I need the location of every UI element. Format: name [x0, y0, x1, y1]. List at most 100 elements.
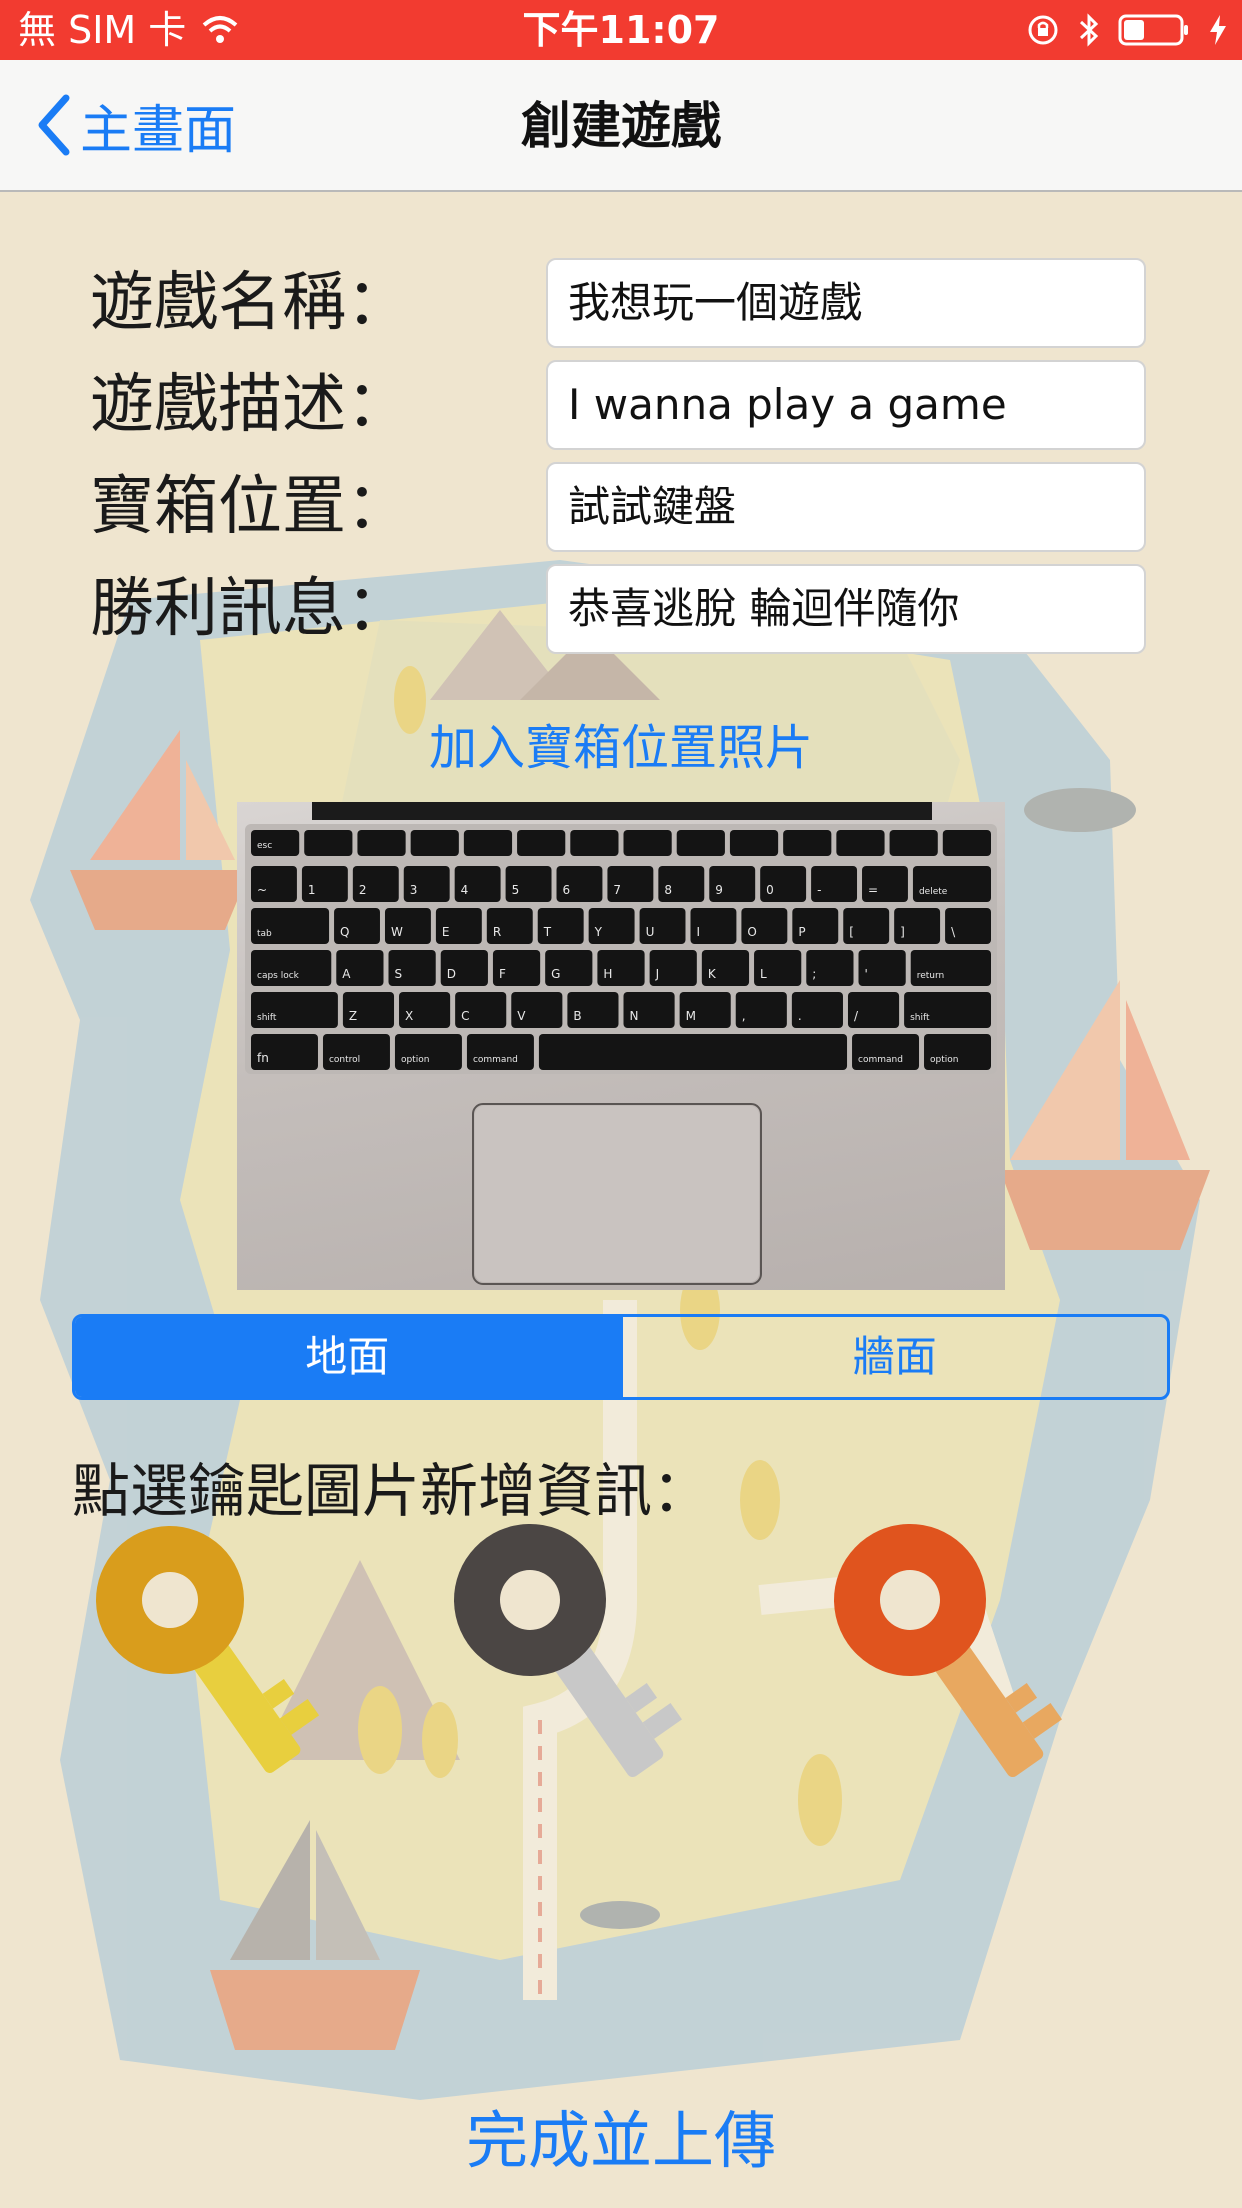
game-description-label: 遊戲描述： — [90, 368, 410, 442]
segment-ground[interactable]: 地面 — [75, 1317, 620, 1397]
keyboard-key-label: S — [395, 967, 403, 981]
keyboard-key-label: shift — [257, 1013, 277, 1023]
keyboard-key-label: option — [401, 1055, 429, 1065]
keyboard-key — [889, 830, 938, 856]
keyboard-key-label: shift — [910, 1013, 930, 1023]
keyboard-key-label: T — [543, 925, 552, 939]
finish-upload-button[interactable]: 完成並上傳 — [0, 2090, 1242, 2180]
keyboard-key-label: C — [461, 1009, 469, 1023]
segment-wall[interactable]: 牆面 — [619, 1317, 1168, 1397]
keyboard-key-label: - — [817, 883, 821, 897]
keyboard-key — [729, 830, 779, 856]
keyboard-key-label: R — [493, 925, 501, 939]
keys-heading: 點選鑰匙圖片新增資訊： — [72, 1457, 711, 1525]
keyboard-key-label: W — [391, 925, 403, 939]
game-name-input[interactable]: 我想玩一個遊戲 — [546, 258, 1146, 348]
keyboard-key-label: O — [747, 925, 756, 939]
keyboard-key — [357, 830, 406, 856]
keyboard-key-label: 2 — [359, 883, 367, 897]
game-description-input[interactable]: I wanna play a game — [546, 360, 1146, 450]
keyboard-key-label: 1 — [308, 883, 316, 897]
battery-icon — [1118, 14, 1188, 46]
status-bar: 無 SIM 卡 下午11:07 — [0, 0, 1242, 60]
win-message-input[interactable]: 恭喜逃脫 輪迴伴隨你 — [546, 564, 1146, 654]
navigation-bar: 主畫面 創建遊戲 — [0, 60, 1242, 192]
keyboard-key-label: V — [517, 1009, 526, 1023]
keyboard-key-label: control — [329, 1055, 360, 1065]
treasure-location-photo[interactable]: esc ~1 2 3 4 5 6 7 8 9 0- = delete tab Q W E R T Y U I O P[] \ ca… — [237, 802, 1005, 1290]
keyboard-key-label: 9 — [715, 883, 723, 897]
keyboard-key-label: L — [760, 967, 767, 981]
keyboard-key-label: = — [868, 883, 878, 897]
keyboard-key-label: U — [646, 925, 655, 939]
orientation-lock-icon — [1028, 15, 1058, 45]
bluetooth-icon — [1079, 13, 1099, 47]
game-name-row: 遊戲名稱： 我想玩一個遊戲 — [0, 258, 1242, 348]
keyboard-key-label: ] — [900, 925, 905, 939]
treasure-location-input[interactable]: 試試鍵盤 — [546, 462, 1146, 552]
keyboard-key-label: K — [708, 967, 717, 981]
keyboard-key-label: Q — [340, 925, 349, 939]
keyboard-key — [410, 830, 459, 856]
surface-segmented-control: 地面 牆面 — [72, 1314, 1170, 1400]
keyboard-key-label: ; — [812, 967, 816, 981]
keyboard-key-label: H — [603, 967, 612, 981]
status-right — [1026, 0, 1228, 60]
keyboard-key-label: ~ — [257, 883, 267, 897]
keyboard-key-label: 5 — [512, 883, 520, 897]
keyboard-key-label: , — [742, 1009, 746, 1023]
keyboard-key — [676, 830, 725, 856]
keyboard-key-label: command — [473, 1055, 518, 1065]
keyboard-key — [942, 830, 991, 856]
add-location-photo-button[interactable]: 加入寶箱位置照片 — [0, 708, 1242, 778]
keyboard-key-label: Y — [594, 925, 603, 939]
keyboard-key — [623, 830, 672, 856]
keyboard-key-label: B — [573, 1009, 581, 1023]
keyboard-key-label: delete — [919, 887, 948, 897]
keyboard-key — [463, 830, 513, 856]
page-title: 創建遊戲 — [521, 97, 721, 155]
gold-key-icon[interactable] — [80, 1520, 320, 1800]
keyboard-key-label: N — [630, 1009, 639, 1023]
win-message-row: 勝利訊息： 恭喜逃脫 輪迴伴隨你 — [0, 564, 1242, 654]
keyboard-key-label: J — [655, 967, 660, 981]
keyboard-key-label: M — [686, 1009, 696, 1023]
keyboard-key-label: tab — [257, 929, 272, 939]
keyboard-key — [570, 830, 619, 856]
keyboard-key — [538, 1034, 848, 1070]
keyboard-key-label: I — [696, 925, 700, 939]
keyboard-key-label: X — [405, 1009, 413, 1023]
charging-icon — [1210, 15, 1226, 45]
keyboard-key — [517, 830, 566, 856]
keyboard-key-label: D — [447, 967, 456, 981]
keyboard-key-label: 6 — [563, 883, 571, 897]
keyboard-key-label: . — [798, 1009, 802, 1023]
keyboard-key-label: 3 — [410, 883, 418, 897]
keyboard-key-label: 4 — [461, 883, 469, 897]
win-message-label: 勝利訊息： — [90, 572, 410, 646]
keyboard-key — [783, 830, 832, 856]
laptop-keyboard-image: esc~ 1 2 3 4 5 6 7 8 9 0- = deletetab Q W E R T Y U I O P[] \ca… — [245, 802, 997, 1285]
black-key-icon[interactable] — [430, 1520, 690, 1810]
keyboard-key-label: ' — [865, 967, 868, 981]
keyboard-key-label: P — [798, 925, 805, 939]
keyboard-key-label: command — [858, 1055, 903, 1065]
keyboard-key-label: esc — [257, 841, 272, 851]
keyboard-key-label: G — [551, 967, 560, 981]
keyboard-key — [304, 830, 353, 856]
keyboard-key-label: F — [499, 967, 506, 981]
keyboard-key-label: E — [442, 925, 450, 939]
keyboard-key-label: fn — [257, 1051, 269, 1065]
keyboard-key-label: option — [930, 1055, 958, 1065]
keyboard-key — [836, 830, 885, 856]
keyboard-key-label: 7 — [613, 883, 621, 897]
orange-key-icon[interactable] — [810, 1520, 1070, 1810]
keyboard-key-label: [ — [849, 925, 854, 939]
keyboard-key-label: A — [342, 967, 351, 981]
keyboard-key-label: 8 — [664, 883, 672, 897]
keyboard-key-label: Z — [349, 1009, 357, 1023]
keyboard-key-label: 0 — [766, 883, 774, 897]
treasure-location-row: 寶箱位置： 試試鍵盤 — [0, 462, 1242, 552]
game-description-row: 遊戲描述： I wanna play a game — [0, 360, 1242, 450]
game-name-label: 遊戲名稱： — [90, 266, 410, 340]
